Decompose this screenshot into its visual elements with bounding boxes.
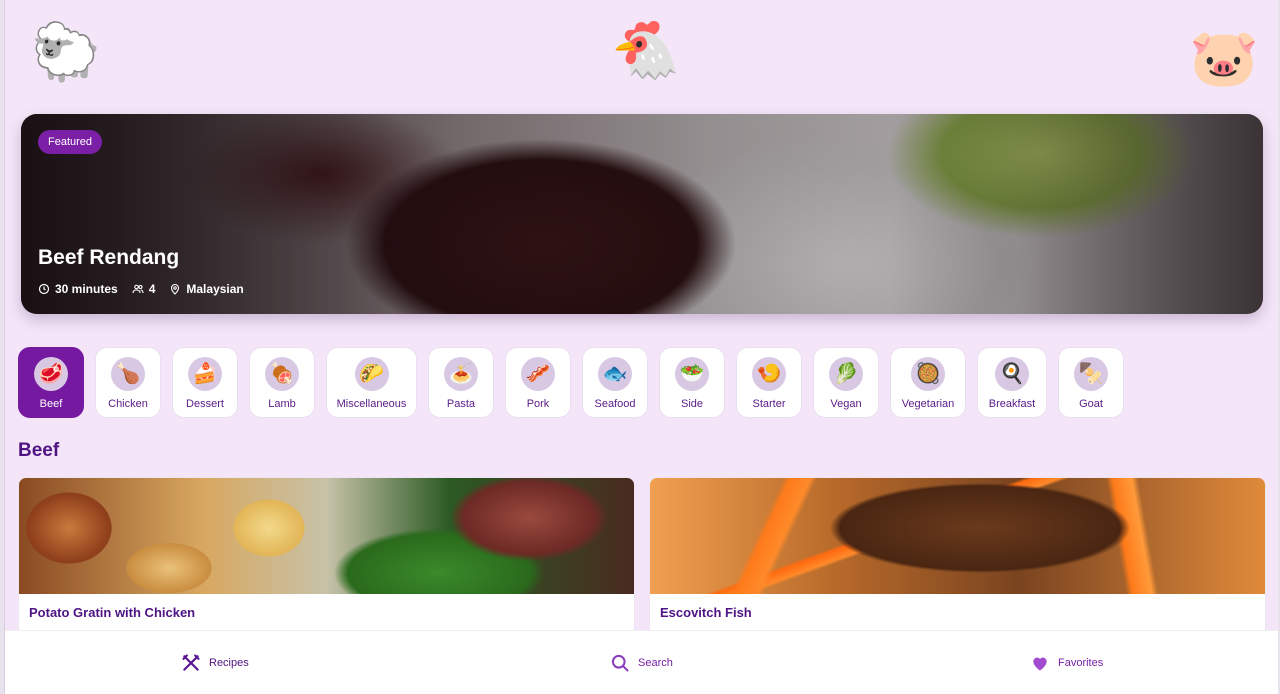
category-pasta[interactable]: 🍝 Pasta: [428, 347, 494, 418]
pig-mascot-icon: 🐷: [1189, 26, 1259, 89]
nav-search[interactable]: Search: [610, 631, 673, 694]
category-chicken[interactable]: 🍗 Chicken: [95, 347, 161, 418]
recipe-title: Potato Gratin with Chicken: [29, 605, 196, 620]
meta-cuisine-label: Malaysian: [186, 282, 244, 296]
heart-icon: [1033, 657, 1047, 671]
category-goat-icon: 🍢: [1074, 357, 1108, 391]
category-vegan-icon: 🥬: [829, 357, 863, 391]
category-vegetarian[interactable]: 🥘 Vegetarian: [890, 347, 966, 418]
meta-time: 30 minutes: [38, 282, 118, 296]
category-pasta-icon: 🍝: [444, 357, 478, 391]
category-lamb-icon: 🍖: [265, 357, 299, 391]
nav-favorites[interactable]: Favorites: [1030, 631, 1103, 694]
meta-time-label: 30 minutes: [55, 282, 118, 296]
nav-recipes[interactable]: Recipes: [181, 631, 249, 694]
category-label: Chicken: [108, 398, 148, 410]
clock-icon: [38, 283, 50, 295]
meta-servings-label: 4: [148, 282, 156, 296]
category-vegan[interactable]: 🥬 Vegan: [813, 347, 879, 418]
chicken-mascot-icon: 🐔: [611, 18, 681, 81]
category-side[interactable]: 🥗 Side: [659, 347, 725, 418]
recipe-image: [19, 478, 634, 594]
search-icon: [611, 654, 629, 672]
category-dessert[interactable]: 🍰 Dessert: [172, 347, 238, 418]
category-pork[interactable]: 🥓 Pork: [505, 347, 571, 418]
category-vegetarian-icon: 🥘: [911, 357, 945, 391]
meta-cuisine: Malaysian: [169, 282, 244, 296]
category-label: Side: [680, 398, 704, 410]
category-starter-icon: 🍤: [752, 357, 786, 391]
utensils-icon: [182, 654, 200, 671]
recipe-title: Escovitch Fish: [660, 605, 752, 620]
category-label: Seafood: [594, 398, 636, 410]
category-beef-icon: 🥩: [34, 357, 68, 391]
meta-servings: 4: [132, 282, 156, 296]
category-starter[interactable]: 🍤 Starter: [736, 347, 802, 418]
people-icon: [132, 284, 144, 294]
category-label: Vegetarian: [901, 398, 955, 410]
lamb-mascot-icon: 🐑: [31, 20, 101, 83]
featured-meta: 30 minutes 4 Malaysian: [38, 282, 244, 296]
category-label: Dessert: [186, 398, 224, 410]
bottom-nav: Recipes Search Favorites: [5, 630, 1278, 694]
category-breakfast[interactable]: 🍳 Breakfast: [977, 347, 1047, 418]
featured-title: Beef Rendang: [38, 246, 180, 269]
category-chicken-icon: 🍗: [111, 357, 145, 391]
category-side-icon: 🥗: [675, 357, 709, 391]
nav-favorites-label: Favorites: [1058, 657, 1104, 669]
category-label: Goat: [1079, 398, 1103, 410]
category-dessert-icon: 🍰: [188, 357, 222, 391]
category-label: Lamb: [268, 398, 296, 410]
category-miscellaneous[interactable]: 🌮 Miscellaneous: [326, 347, 417, 418]
section-title: Beef: [18, 440, 60, 461]
nav-recipes-label: Recipes: [209, 657, 249, 669]
category-label: Miscellaneous: [336, 398, 407, 410]
recipe-card[interactable]: Potato Gratin with Chicken ...: [18, 477, 635, 637]
category-seafood-icon: 🐟: [598, 357, 632, 391]
location-pin-icon: [171, 283, 180, 295]
category-miscellaneous-icon: 🌮: [354, 357, 389, 391]
category-label: Starter: [752, 398, 786, 410]
recipe-card[interactable]: Escovitch Fish ...: [649, 477, 1266, 637]
category-pork-icon: 🥓: [521, 357, 555, 391]
nav-search-label: Search: [638, 657, 673, 669]
category-label: Breakfast: [988, 398, 1036, 410]
category-beef[interactable]: 🥩 Beef: [18, 347, 84, 418]
featured-badge: Featured: [38, 130, 103, 154]
category-seafood[interactable]: 🐟 Seafood: [582, 347, 648, 418]
category-label: Pork: [526, 398, 550, 410]
recipe-image: [650, 478, 1265, 594]
category-goat[interactable]: 🍢 Goat: [1058, 347, 1124, 418]
category-label: Pasta: [446, 398, 476, 410]
app-container: 🐑 🐔 🐷 Featured Beef Rendang 30 minutes 4…: [4, 0, 1278, 694]
category-lamb[interactable]: 🍖 Lamb: [249, 347, 315, 418]
category-label: Vegan: [830, 398, 862, 410]
category-label: Beef: [39, 398, 63, 410]
featured-recipe-card[interactable]: Featured Beef Rendang 30 minutes 4 Malay…: [21, 114, 1263, 314]
category-breakfast-icon: 🍳: [995, 357, 1029, 391]
